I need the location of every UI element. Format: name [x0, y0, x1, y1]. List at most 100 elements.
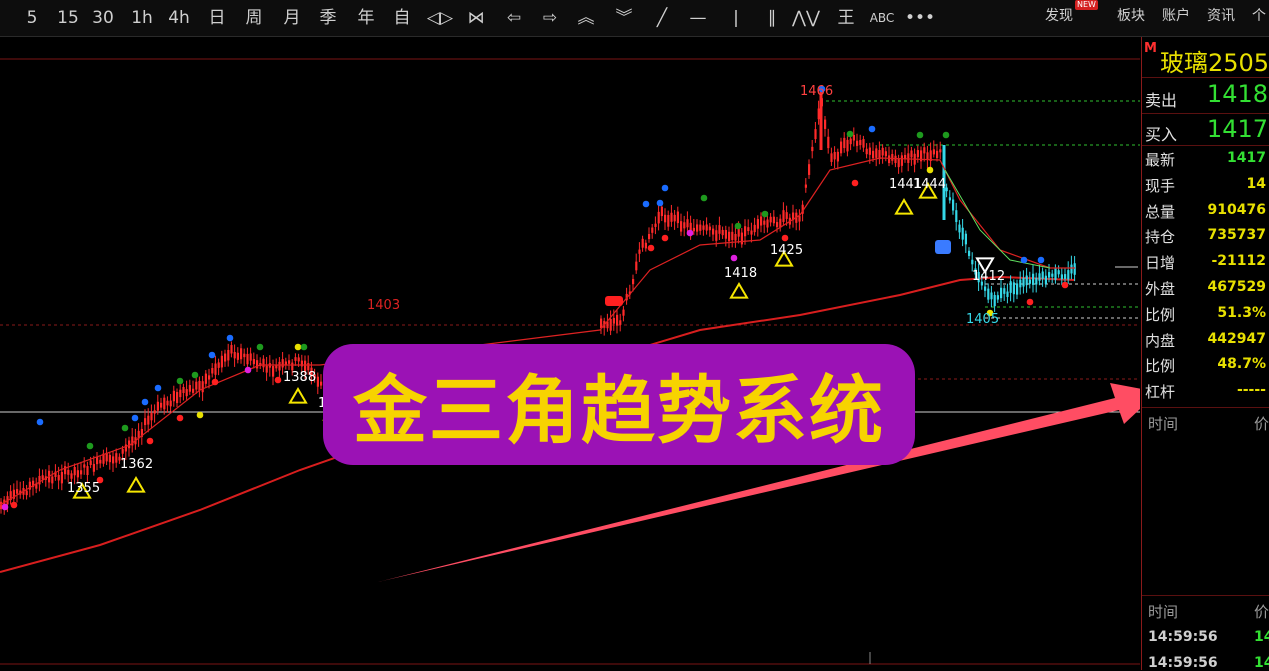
price-label: 1418	[724, 266, 757, 281]
candle-body	[25, 490, 28, 496]
signal-dot	[730, 254, 738, 262]
arrow-left-icon[interactable]: ⇦	[498, 0, 530, 36]
candle-body	[782, 210, 785, 222]
horizontal-line-icon[interactable]: —	[682, 0, 714, 36]
sector-link[interactable]: 板块	[1117, 0, 1145, 32]
candle-body	[99, 459, 102, 464]
candle-body	[910, 150, 913, 158]
candle-body	[641, 238, 644, 248]
trend-line-icon[interactable]: ╱	[646, 0, 678, 36]
candle-body	[753, 224, 756, 233]
price-label: 1388	[283, 370, 316, 385]
candle-body	[57, 475, 60, 481]
period-自[interactable]: 自	[390, 0, 414, 36]
arrow-right-icon[interactable]: ⇨	[534, 0, 566, 36]
period-年[interactable]: 年	[354, 0, 378, 36]
candle-body	[204, 373, 207, 384]
candle-body	[227, 349, 230, 361]
candle-body	[827, 136, 830, 149]
signal-dot	[211, 378, 219, 386]
candle-body	[1070, 264, 1073, 274]
candle-body	[715, 230, 718, 241]
candle-body	[673, 214, 676, 222]
candle-body	[916, 150, 919, 158]
wave-icon[interactable]: ⋀⋁	[790, 0, 822, 36]
signal-dot	[10, 501, 18, 509]
candle-body	[262, 358, 265, 368]
candle-body	[862, 139, 865, 148]
fibonacci-icon[interactable]: 王	[830, 0, 862, 36]
toolbar: 5 15 30 1h 4h 日周月季年自 ◁▷ ⋈ ⇦ ⇨ ︽ ︾ ╱ — | ∥ ⋀⋁ 王 ABC ••• NEW…	[0, 0, 1269, 37]
candle-body	[993, 295, 996, 307]
candle-body	[1019, 279, 1022, 288]
candle-body	[971, 259, 974, 265]
signal-dot	[256, 343, 264, 351]
period-周[interactable]: 周	[242, 0, 266, 36]
period-月[interactable]: 月	[280, 0, 304, 36]
candle-body	[294, 357, 297, 361]
candle-body	[179, 389, 182, 398]
candle-body	[804, 184, 807, 188]
parallel-line-icon[interactable]: ∥	[756, 0, 788, 36]
candle-body	[632, 279, 635, 285]
period-日[interactable]: 日	[205, 0, 229, 36]
stat-label: 比例	[1145, 357, 1176, 376]
candle-body	[163, 397, 166, 410]
discover-link[interactable]: 发现	[1045, 0, 1073, 32]
contract-title[interactable]: 玻璃2505	[1160, 43, 1269, 78]
candle-body	[958, 224, 961, 233]
price-label: 1403	[367, 298, 400, 313]
text-tool-icon[interactable]: ABC	[866, 0, 898, 36]
candle-body	[182, 387, 185, 394]
more-icon[interactable]: •••	[904, 0, 936, 36]
candle-body	[766, 219, 769, 228]
personal-link[interactable]: 个	[1252, 0, 1266, 32]
banner-text: 金三角趋势系统	[353, 368, 885, 454]
price-label: 1412	[972, 269, 1005, 284]
period-5[interactable]: 5	[22, 0, 42, 36]
candle-body	[108, 454, 111, 463]
candle-body	[272, 366, 275, 377]
candle-body	[252, 358, 255, 365]
candle-body	[1003, 288, 1006, 294]
stat-row: 外盘 467529	[1142, 275, 1269, 300]
kline-chart[interactable]: 1466 1441 1444 1425 1418 1412 1405 1403 1388 1362…	[0, 37, 1140, 670]
buy-triangle-icon	[288, 387, 308, 404]
account-link[interactable]: 账户	[1162, 0, 1190, 32]
candle-body	[224, 353, 227, 362]
signal-dot	[926, 166, 934, 174]
candle-body	[320, 381, 323, 386]
zoom-in-icon[interactable]: ︽	[570, 0, 602, 36]
period-季[interactable]: 季	[316, 0, 340, 36]
period-1h[interactable]: 1h	[128, 0, 156, 36]
stat-row: 日增 -21112	[1142, 249, 1269, 274]
vertical-line-icon[interactable]: |	[720, 0, 752, 36]
candle-body	[696, 224, 699, 232]
buy-triangle-icon	[894, 198, 914, 215]
fit-icon[interactable]: ⋈	[460, 0, 492, 36]
system-banner: 金三角趋势系统	[323, 344, 915, 465]
stat-value: -----	[1236, 382, 1266, 399]
stat-label: 最新	[1145, 151, 1176, 169]
zoom-out-icon[interactable]: ︾	[608, 0, 640, 36]
candle-body	[1032, 273, 1035, 285]
signal-dot	[686, 229, 694, 237]
candle-body	[728, 231, 731, 242]
period-15[interactable]: 15	[54, 0, 82, 36]
news-link[interactable]: 资讯	[1207, 0, 1235, 32]
period-4h[interactable]: 4h	[164, 0, 194, 36]
candle-body	[1025, 275, 1028, 286]
candle-body	[1028, 279, 1031, 284]
candle-body	[683, 222, 686, 229]
signal-dot	[656, 199, 664, 207]
prev-icon[interactable]: ◁▷	[424, 0, 456, 36]
tick-price: 14	[1254, 629, 1269, 645]
signal-dot	[274, 376, 282, 384]
candle-body	[872, 150, 875, 159]
period-30[interactable]: 30	[88, 0, 118, 36]
price-label: 1405	[966, 312, 999, 327]
candle-body	[849, 138, 852, 145]
candle-body	[891, 154, 894, 161]
candle-body	[1057, 270, 1060, 275]
candle-body	[1044, 275, 1047, 285]
